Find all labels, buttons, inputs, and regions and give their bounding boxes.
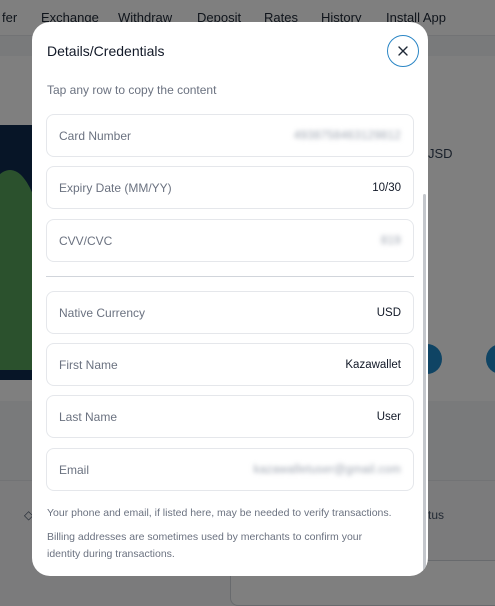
row-label: CVV/CVC: [59, 233, 113, 248]
modal-title: Details/Credentials: [47, 43, 165, 59]
modal-scrollbar[interactable]: [423, 194, 426, 574]
email-row[interactable]: Email kazawalletuser@gmail.com: [46, 448, 414, 491]
row-label: Card Number: [59, 128, 132, 143]
credentials-modal: Details/Credentials Tap any row to copy …: [32, 22, 428, 576]
close-button[interactable]: [387, 35, 419, 67]
row-value: Kazawallet: [345, 358, 401, 371]
verification-note: Your phone and email, if listed here, ma…: [47, 507, 392, 519]
row-value: 10/30: [372, 181, 401, 194]
billing-note: Billing addresses are sometimes used by …: [47, 531, 363, 560]
row-label: Email: [59, 462, 90, 477]
close-icon: [398, 46, 408, 56]
copy-hint: Tap any row to copy the content: [47, 83, 217, 97]
row-label: First Name: [59, 357, 118, 372]
cvv-row[interactable]: CVV/CVC 819: [46, 219, 414, 262]
card-number-row[interactable]: Card Number 4938758463129812: [46, 114, 414, 157]
row-value: 4938758463129812: [293, 129, 401, 142]
row-value: kazawalletuser@gmail.com: [253, 463, 401, 476]
divider: [46, 276, 414, 277]
row-label: Last Name: [59, 409, 118, 424]
row-label: Expiry Date (MM/YY): [59, 180, 172, 195]
first-name-row[interactable]: First Name Kazawallet: [46, 343, 414, 386]
row-value: 819: [380, 234, 401, 247]
native-currency-row[interactable]: Native Currency USD: [46, 291, 414, 334]
expiry-date-row[interactable]: Expiry Date (MM/YY) 10/30: [46, 166, 414, 209]
row-value: USD: [376, 306, 401, 319]
row-label: Native Currency: [59, 305, 146, 320]
last-name-row[interactable]: Last Name User: [46, 395, 414, 438]
row-value: User: [376, 410, 401, 423]
